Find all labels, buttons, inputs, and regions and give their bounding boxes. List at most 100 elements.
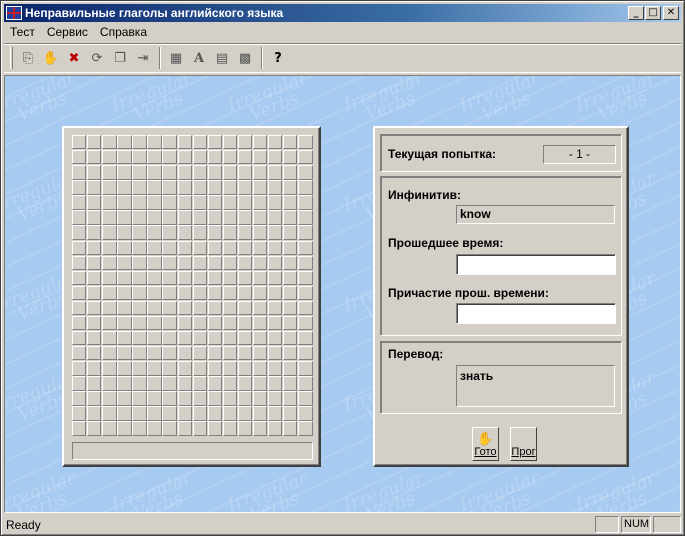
grid-cell[interactable] — [192, 331, 208, 346]
grid-cell[interactable] — [162, 255, 177, 271]
toolbar-grip[interactable] — [10, 47, 13, 69]
grid-cell[interactable] — [237, 391, 253, 406]
grid-cell[interactable] — [207, 421, 223, 436]
grid-cell[interactable] — [102, 240, 117, 255]
grid-cell[interactable] — [72, 331, 87, 346]
grid-cell[interactable] — [222, 346, 238, 361]
grid-cell[interactable] — [102, 150, 117, 165]
grid-cell[interactable] — [252, 180, 268, 195]
grid-cell[interactable] — [117, 300, 132, 316]
grid-cell[interactable] — [283, 361, 298, 376]
grid-cell[interactable] — [132, 135, 147, 150]
grid-cell[interactable] — [72, 255, 87, 271]
grid-cell[interactable] — [147, 285, 162, 301]
grid-cell[interactable] — [222, 270, 238, 286]
grid-cell[interactable] — [72, 165, 87, 180]
grid-cell[interactable] — [87, 180, 102, 195]
grid-cell[interactable] — [132, 195, 147, 210]
grid-cell[interactable] — [207, 210, 223, 225]
grid-cell[interactable] — [177, 240, 192, 255]
grid-cell[interactable] — [162, 150, 177, 165]
grid-cell[interactable] — [162, 210, 177, 225]
grid-cell[interactable] — [87, 406, 102, 421]
grid-cell[interactable] — [192, 225, 208, 240]
grid-cell[interactable] — [298, 165, 313, 180]
grid-cell[interactable] — [72, 421, 87, 436]
grid-cell[interactable] — [162, 421, 177, 436]
grid-cell[interactable] — [177, 180, 192, 195]
grid-cell[interactable] — [237, 331, 253, 346]
grid-cell[interactable] — [207, 180, 223, 195]
grid-cell[interactable] — [283, 225, 298, 240]
grid-cell[interactable] — [207, 150, 223, 165]
grid-cell[interactable] — [283, 406, 298, 421]
grid-cell[interactable] — [207, 406, 223, 421]
grid-cell[interactable] — [298, 421, 313, 436]
grid-cell[interactable] — [222, 180, 238, 195]
grid-cell[interactable] — [222, 391, 238, 406]
grid-cell[interactable] — [132, 331, 147, 346]
grid-cell[interactable] — [237, 270, 253, 286]
grid-cell[interactable] — [132, 391, 147, 406]
grid-cell[interactable] — [87, 135, 102, 150]
grid-cell[interactable] — [117, 270, 132, 286]
grid-cell[interactable] — [207, 195, 223, 210]
grid-cell[interactable] — [87, 210, 102, 225]
grid-cell[interactable] — [268, 165, 283, 180]
minimize-button[interactable]: _ — [628, 6, 644, 20]
grid-cell[interactable] — [162, 361, 177, 376]
grid-cell[interactable] — [162, 346, 177, 361]
grid-cell[interactable] — [162, 315, 177, 331]
grid-cell[interactable] — [252, 255, 268, 271]
grid-cell[interactable] — [72, 150, 87, 165]
grid-cell[interactable] — [268, 421, 283, 436]
grid-cell[interactable] — [117, 165, 132, 180]
grid-cell[interactable] — [72, 285, 87, 301]
grid-cell[interactable] — [207, 255, 223, 271]
grid-cell[interactable] — [252, 240, 268, 255]
grid-cell[interactable] — [207, 346, 223, 361]
grid-cell[interactable] — [268, 331, 283, 346]
grid-cell[interactable] — [237, 300, 253, 316]
grid-cell[interactable] — [102, 180, 117, 195]
grid-cell[interactable] — [162, 285, 177, 301]
letter-grid[interactable] — [72, 135, 313, 436]
grid-cell[interactable] — [192, 406, 208, 421]
grid-cell[interactable] — [102, 210, 117, 225]
help-icon[interactable]: ? — [267, 47, 289, 69]
grid-cell[interactable] — [252, 300, 268, 316]
grid-cell[interactable] — [147, 165, 162, 180]
grid-cell[interactable] — [298, 225, 313, 240]
grid-cell[interactable] — [283, 315, 298, 331]
grid-cell[interactable] — [283, 195, 298, 210]
grid-cell[interactable] — [222, 240, 238, 255]
grid-cell[interactable] — [72, 225, 87, 240]
grid-cell[interactable] — [207, 376, 223, 391]
grid-cell[interactable] — [298, 285, 313, 301]
grid-cell[interactable] — [87, 270, 102, 286]
grid-cell[interactable] — [87, 255, 102, 271]
grid-cell[interactable] — [147, 135, 162, 150]
grid-cell[interactable] — [147, 300, 162, 316]
grid-cell[interactable] — [222, 376, 238, 391]
grid-cell[interactable] — [268, 255, 283, 271]
grid-icon[interactable]: ▦ — [165, 47, 187, 69]
grid-cell[interactable] — [268, 180, 283, 195]
grid-cell[interactable] — [192, 135, 208, 150]
grid-cell[interactable] — [147, 180, 162, 195]
grid-cell[interactable] — [268, 150, 283, 165]
grid-cell[interactable] — [283, 210, 298, 225]
grid-cell[interactable] — [72, 135, 87, 150]
grid-cell[interactable] — [252, 285, 268, 301]
grid-cell[interactable] — [162, 300, 177, 316]
grid-cell[interactable] — [192, 165, 208, 180]
grid-cell[interactable] — [72, 300, 87, 316]
grid-cell[interactable] — [207, 361, 223, 376]
grid-cell[interactable] — [192, 300, 208, 316]
grid-cell[interactable] — [177, 270, 192, 286]
grid-cell[interactable] — [117, 346, 132, 361]
grid-cell[interactable] — [207, 300, 223, 316]
grid-cell[interactable] — [237, 406, 253, 421]
grid-cell[interactable] — [298, 315, 313, 331]
grid-cell[interactable] — [147, 406, 162, 421]
